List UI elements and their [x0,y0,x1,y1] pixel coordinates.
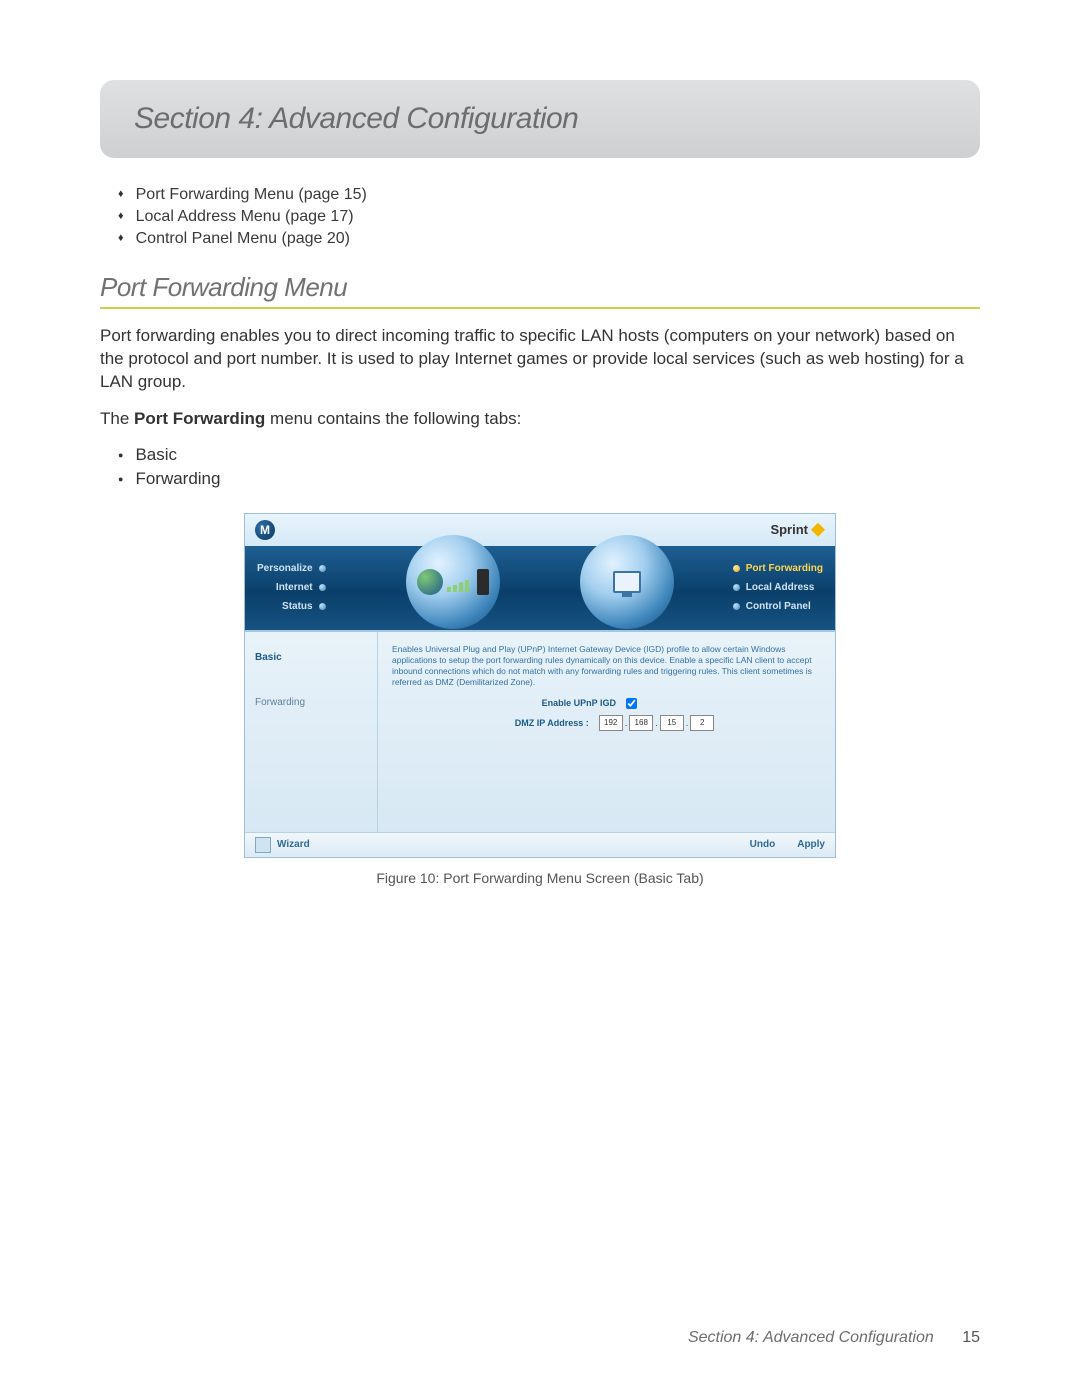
nav-local-address[interactable]: Local Address [733,582,815,593]
page-number: 15 [962,1329,980,1346]
signal-bars-icon [447,572,473,592]
list-item: Forwarding [118,469,980,489]
monitor-icon [613,571,641,593]
app-footer: Wizard Undo Apply [245,832,835,857]
dot-icon [733,603,740,610]
dot-icon [319,584,326,591]
upnp-row: Enable UPnP IGD [392,698,821,709]
toc-item: Local Address Menu (page 17) [118,208,980,226]
footer-text: Section 4: Advanced Configuration [688,1329,934,1346]
subsection-title: Port Forwarding Menu [100,272,980,303]
dot-separator: . [686,718,689,728]
toc-list: Port Forwarding Menu (page 15) Local Add… [118,186,980,248]
dot-separator: . [625,718,628,728]
ip-octet-3[interactable]: 15 [660,715,684,731]
tab-forwarding[interactable]: Forwarding [255,697,367,708]
nav-label: Status [282,601,313,612]
nav-label: Control Panel [746,601,811,612]
content-panel: Enables Universal Plug and Play (UPnP) I… [378,632,835,832]
ip-octet-2[interactable]: 168 [629,715,653,731]
paragraph: The Port Forwarding menu contains the fo… [100,408,980,431]
text-bold: Port Forwarding [134,409,265,428]
app-nav-header: Personalize Internet Status [245,546,835,630]
tabs-list: Basic Forwarding [118,445,980,489]
dmz-row: DMZ IP Address : 192 . 168 . 15 . 2 [392,715,821,731]
app-window: M Sprint Personalize Internet Status [244,513,836,858]
dot-separator: . [655,718,658,728]
dot-icon [319,565,326,572]
globe-computer-icon [580,535,674,629]
section-title: Section 4: Advanced Configuration [134,102,946,136]
list-item: Basic [118,445,980,465]
nav-right: Port Forwarding Local Address Control Pa… [733,563,823,612]
nav-left: Personalize Internet Status [257,563,326,612]
wizard-icon[interactable] [255,837,271,853]
motorola-logo-icon: M [255,520,275,540]
toc-item: Control Panel Menu (page 20) [118,230,980,248]
ip-octet-1[interactable]: 192 [599,715,623,731]
nav-label: Local Address [746,582,815,593]
nav-port-forwarding[interactable]: Port Forwarding [733,563,823,574]
wizard-button[interactable]: Wizard [277,839,310,850]
dot-icon [733,584,740,591]
sprint-logo: Sprint [770,522,825,537]
upnp-checkbox[interactable] [626,698,637,709]
nav-label: Port Forwarding [746,563,823,574]
header-graphics [406,541,674,635]
title-underline [100,307,980,309]
dmz-ip-group: 192 . 168 . 15 . 2 [599,715,715,731]
apply-button[interactable]: Apply [797,839,825,850]
page-footer: Section 4: Advanced Configuration 15 [688,1329,980,1347]
paragraph: Port forwarding enables you to direct in… [100,325,980,394]
text: menu contains the following tabs: [265,409,521,428]
sidebar: Basic Forwarding [245,632,378,832]
dot-icon [733,565,740,572]
sprint-pin-icon [811,523,825,537]
ip-octet-4[interactable]: 2 [690,715,714,731]
nav-internet[interactable]: Internet [276,582,326,593]
undo-button[interactable]: Undo [750,839,776,850]
description-text: Enables Universal Plug and Play (UPnP) I… [392,644,821,688]
globe-internet-icon [406,535,500,629]
app-body: Basic Forwarding Enables Universal Plug … [245,630,835,832]
nav-personalize[interactable]: Personalize [257,563,326,574]
nav-status[interactable]: Status [282,601,326,612]
figure-caption: Figure 10: Port Forwarding Menu Screen (… [100,870,980,886]
upnp-label: Enable UPnP IGD [486,698,616,708]
nav-label: Internet [276,582,313,593]
section-header: Section 4: Advanced Configuration [100,80,980,158]
dmz-label: DMZ IP Address : [459,718,589,728]
nav-label: Personalize [257,563,313,574]
text: The [100,409,134,428]
nav-control-panel[interactable]: Control Panel [733,601,811,612]
earth-icon [417,569,443,595]
sprint-logo-text: Sprint [770,522,808,537]
dot-icon [319,603,326,610]
tab-basic[interactable]: Basic [255,652,367,663]
toc-item: Port Forwarding Menu (page 15) [118,186,980,204]
modem-icon [477,569,489,595]
